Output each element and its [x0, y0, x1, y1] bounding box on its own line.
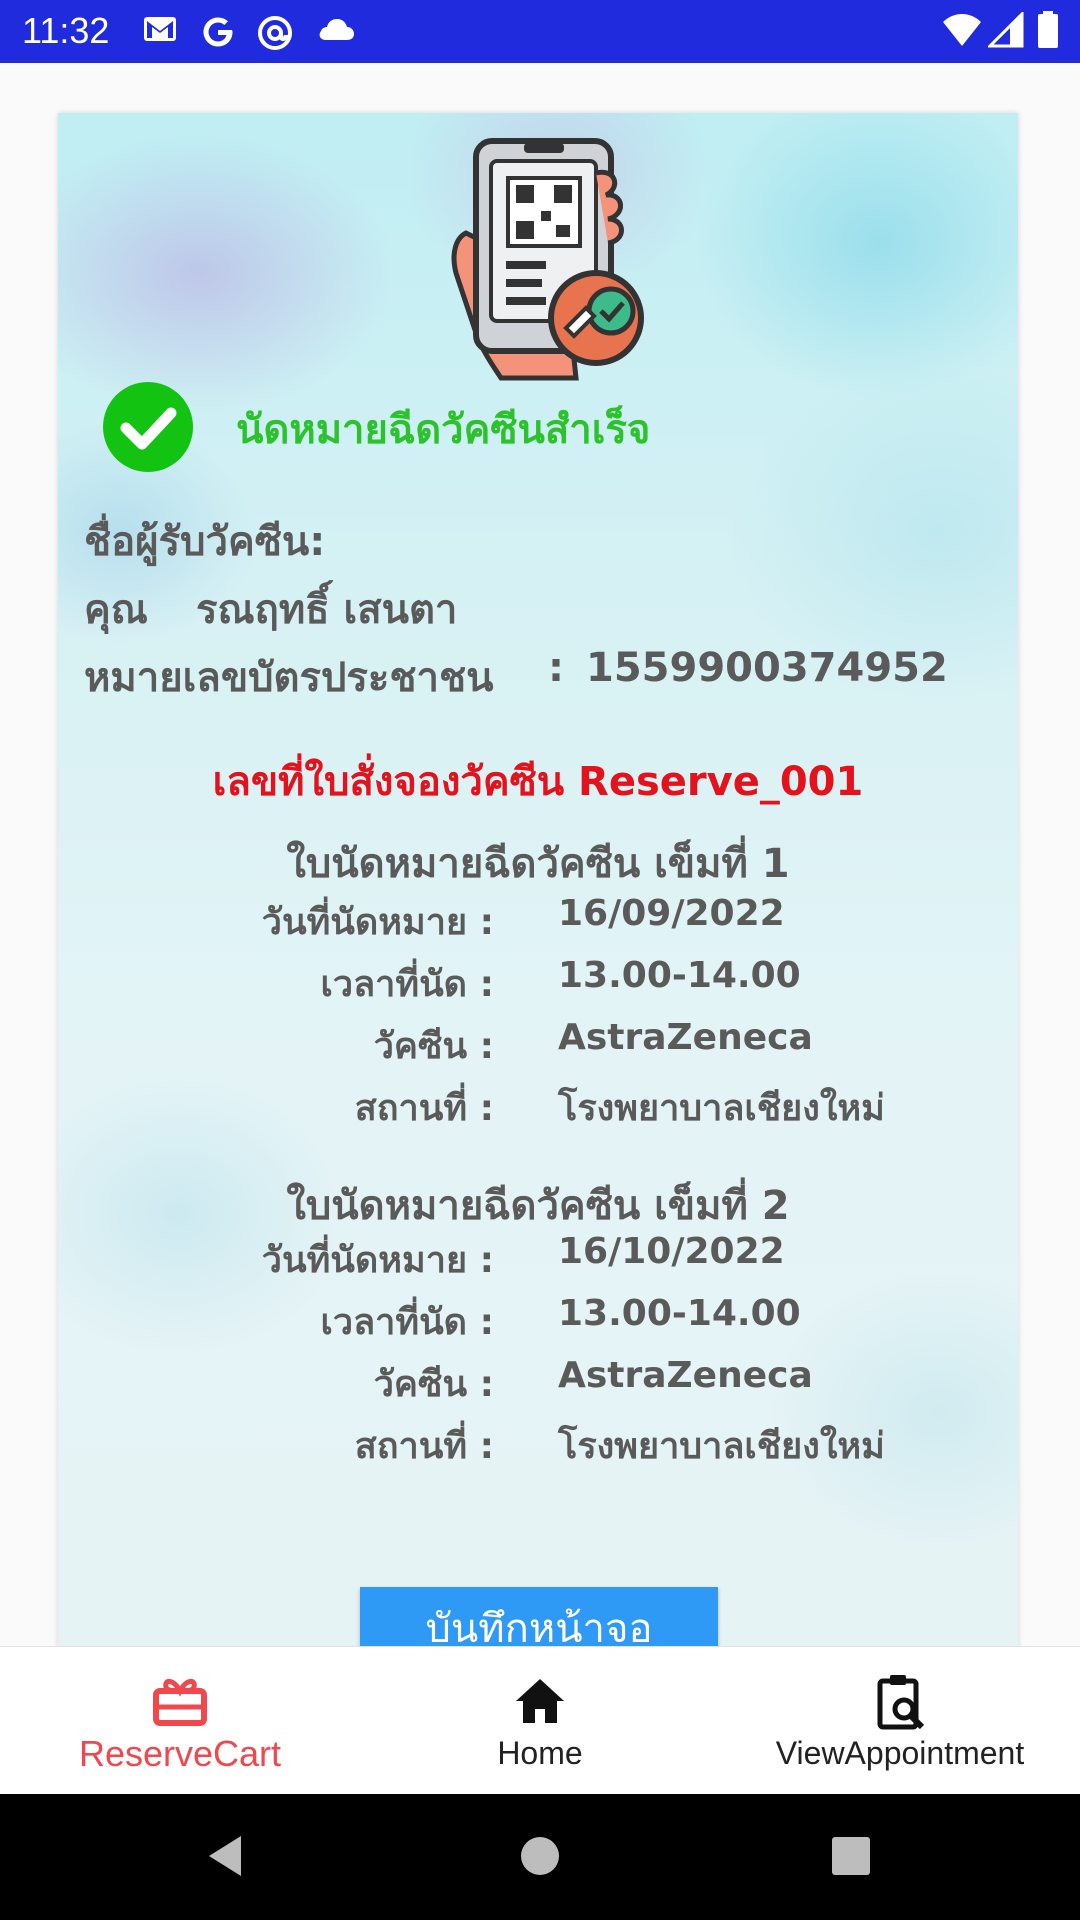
nav-label-reservecart: ReserveCart: [78, 1733, 282, 1774]
dose-title: ใบนัดหมายฉีดวัคซีน เข็มที่ 2: [286, 1183, 790, 1229]
nav-item-viewappointment[interactable]: ViewAppointment: [720, 1647, 1080, 1795]
status-time: 11:32: [22, 10, 110, 51]
date-value: 16/10/2022: [558, 1231, 785, 1272]
nav-item-home[interactable]: Home: [360, 1647, 720, 1795]
citizen-id-label: หมายเลขบัตรประชาชน: [84, 655, 494, 701]
recipient-name: รณฤทธิ์ เสนตา: [196, 587, 458, 633]
time-value: 13.00-14.00: [558, 955, 801, 996]
gift-box-icon: [153, 1679, 207, 1726]
gmail-icon: [144, 17, 176, 41]
vaccine-label: วัคซีน :: [373, 1364, 494, 1405]
recents-icon[interactable]: [831, 1836, 871, 1876]
dose-title: ใบนัดหมายฉีดวัคซีน เข็มที่ 1: [286, 841, 790, 887]
nav-label-home: Home: [497, 1735, 583, 1771]
vaccine-label: วัคซีน :: [373, 1026, 494, 1067]
date-label: วันที่นัดหมาย :: [261, 902, 494, 943]
citizen-id-value: 1559900374952: [586, 645, 948, 691]
bottom-navigation: ReserveCart Home ViewAppointment: [0, 1646, 1080, 1795]
place-label: สถานที่ :: [354, 1426, 494, 1467]
home-circle-icon[interactable]: [520, 1836, 560, 1876]
back-icon[interactable]: [205, 1834, 245, 1878]
phone-qr-vaccine-illustration: [451, 138, 644, 381]
signal-icon: [988, 12, 1024, 48]
save-screen-button[interactable]: บันทึกหน้าจอ: [360, 1587, 718, 1646]
date-label: วันที่นัดหมาย :: [261, 1240, 494, 1281]
place-value: โรงพยาบาลเชียงใหม่: [558, 1088, 885, 1129]
home-icon: [516, 1679, 564, 1723]
time-value: 13.00-14.00: [558, 1293, 801, 1334]
time-label: เวลาที่นัด :: [320, 964, 494, 1005]
nav-item-reservecart[interactable]: ReserveCart: [0, 1647, 360, 1795]
content-area[interactable]: นัดหมายฉีดวัคซีนสำเร็จ ชื่อผู้รับวัคซีน:…: [0, 63, 1080, 1646]
system-navigation-bar: [0, 1794, 1080, 1920]
status-bar: 11:32: [0, 0, 1080, 63]
time-label: เวลาที่นัด :: [320, 1302, 494, 1343]
vaccine-value: AstraZeneca: [558, 1355, 813, 1396]
clipboard-search-icon: [877, 1675, 925, 1730]
appointment-card: นัดหมายฉีดวัคซีนสำเร็จ ชื่อผู้รับวัคซีน:…: [58, 113, 1018, 1646]
google-icon: [203, 17, 233, 47]
recipient-title: คุณ: [84, 587, 148, 633]
at-sign-icon: [258, 16, 292, 50]
date-value: 16/09/2022: [558, 893, 785, 934]
place-value: โรงพยาบาลเชียงใหม่: [558, 1426, 885, 1467]
vaccine-value: AstraZeneca: [558, 1017, 813, 1058]
place-label: สถานที่ :: [354, 1088, 494, 1129]
citizen-id-colon: :: [548, 645, 564, 691]
battery-icon: [1038, 11, 1058, 48]
success-check-icon: [103, 382, 193, 472]
wifi-icon: [943, 14, 981, 46]
success-message: นัดหมายฉีดวัคซีนสำเร็จ: [236, 407, 651, 453]
nav-label-viewappointment: ViewAppointment: [775, 1735, 1025, 1771]
cloud-icon: [319, 19, 354, 40]
recipient-label: ชื่อผู้รับวัคซีน:: [84, 519, 326, 565]
reserve-number: เลขที่ใบสั่งจองวัคซีน Reserve_001: [212, 759, 864, 805]
